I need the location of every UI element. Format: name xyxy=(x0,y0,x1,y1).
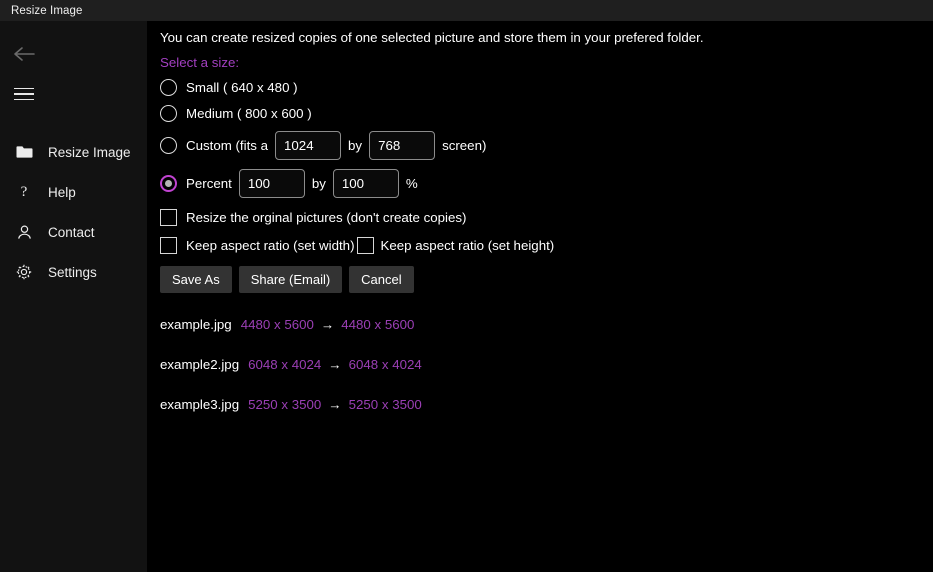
sidebar-item-resize-image[interactable]: Resize Image xyxy=(0,132,147,172)
file-source-dimensions: 4480 x 5600 xyxy=(240,317,314,332)
percent-label: Percent xyxy=(186,176,232,191)
question-mark-icon: ? xyxy=(20,183,28,200)
checkbox-keep-aspect-height[interactable] xyxy=(356,237,374,254)
sidebar-item-help[interactable]: ? Help xyxy=(0,172,147,212)
sidebar-item-contact[interactable]: Contact xyxy=(0,212,147,252)
custom-height-input[interactable] xyxy=(369,131,436,160)
hamburger-menu-icon xyxy=(13,87,34,101)
custom-label-prefix: Custom (fits a xyxy=(186,138,269,153)
window-title: Resize Image xyxy=(11,4,83,17)
intro-text: You can create resized copies of one sel… xyxy=(160,30,704,45)
list-item: example2.jpg 6048 x 4024 → 6048 x 4024 xyxy=(160,357,933,372)
sidebar-item-settings[interactable]: Settings xyxy=(0,252,147,292)
select-size-label: Select a size: xyxy=(160,55,240,70)
size-option-medium[interactable]: Medium ( 800 x 600 ) xyxy=(160,105,933,122)
sidebar-item-label: Contact xyxy=(48,224,95,240)
title-bar: Resize Image xyxy=(0,0,933,21)
radio-medium[interactable] xyxy=(160,105,177,122)
radio-percent[interactable] xyxy=(160,175,177,192)
sidebar-top-controls xyxy=(0,21,147,114)
checkbox-row-aspect-ratio[interactable]: Keep aspect ratio (set width) Keep aspec… xyxy=(160,237,933,254)
percent-height-input[interactable] xyxy=(332,169,399,198)
back-arrow-icon xyxy=(13,46,35,62)
checkbox-label: Keep aspect ratio (set width) xyxy=(186,238,355,253)
custom-between-label: by xyxy=(348,138,363,153)
percent-suffix-label: % xyxy=(405,176,418,191)
file-source-dimensions: 6048 x 4024 xyxy=(248,357,322,372)
arrow-right-icon: → xyxy=(328,357,342,372)
checkbox-keep-aspect-width[interactable] xyxy=(160,237,177,254)
file-name: example3.jpg xyxy=(160,397,240,412)
file-target-dimensions: 4480 x 5600 xyxy=(341,317,415,332)
gear-icon xyxy=(8,264,40,280)
custom-width-input[interactable] xyxy=(275,131,342,160)
radio-custom[interactable] xyxy=(160,137,177,154)
sidebar-nav-list: Resize Image ? Help Contact Settings xyxy=(0,132,147,292)
file-name: example.jpg xyxy=(160,317,232,332)
person-icon xyxy=(8,224,40,240)
file-source-dimensions: 5250 x 3500 xyxy=(248,397,322,412)
back-button[interactable] xyxy=(0,34,47,74)
list-item: example3.jpg 5250 x 3500 → 5250 x 3500 xyxy=(160,397,933,412)
checkbox-row-resize-originals[interactable]: Resize the orginal pictures (don't creat… xyxy=(160,209,933,226)
action-button-row: Save As Share (Email) Cancel xyxy=(160,266,933,293)
size-option-label: Medium ( 800 x 600 ) xyxy=(186,106,312,121)
size-option-small[interactable]: Small ( 640 x 480 ) xyxy=(160,79,933,96)
checkbox-label: Resize the orginal pictures (don't creat… xyxy=(186,210,467,225)
file-target-dimensions: 6048 x 4024 xyxy=(348,357,422,372)
sidebar-item-label: Settings xyxy=(48,264,97,280)
cancel-button[interactable]: Cancel xyxy=(349,266,414,293)
file-target-dimensions: 5250 x 3500 xyxy=(348,397,422,412)
sidebar-item-label: Resize Image xyxy=(48,144,131,160)
percent-between-label: by xyxy=(311,176,326,191)
app-window: Resize Image Resize Image ? Help Contact… xyxy=(0,0,933,572)
file-list: example.jpg 4480 x 5600 → 4480 x 5600 ex… xyxy=(160,317,933,412)
size-option-percent[interactable]: Percent by % xyxy=(160,169,933,198)
folder-icon xyxy=(8,145,40,159)
checkbox-resize-originals[interactable] xyxy=(160,209,177,226)
custom-label-suffix: screen) xyxy=(442,138,487,153)
sidebar: Resize Image ? Help Contact Settings xyxy=(0,21,147,572)
menu-button[interactable] xyxy=(0,74,47,114)
save-as-button[interactable]: Save As xyxy=(160,266,232,293)
list-item: example.jpg 4480 x 5600 → 4480 x 5600 xyxy=(160,317,933,332)
share-email-button[interactable]: Share (Email) xyxy=(238,266,343,293)
size-option-label: Small ( 640 x 480 ) xyxy=(186,80,298,95)
main-content: You can create resized copies of one sel… xyxy=(147,21,933,572)
arrow-right-icon: → xyxy=(320,317,335,332)
percent-width-input[interactable] xyxy=(238,169,305,198)
arrow-right-icon: → xyxy=(328,397,342,412)
sidebar-item-label: Help xyxy=(48,184,76,200)
radio-small[interactable] xyxy=(160,79,177,96)
size-option-custom[interactable]: Custom (fits a by screen) xyxy=(160,131,933,160)
file-name: example2.jpg xyxy=(160,357,240,372)
checkbox-label: Keep aspect ratio (set height) xyxy=(380,238,555,253)
